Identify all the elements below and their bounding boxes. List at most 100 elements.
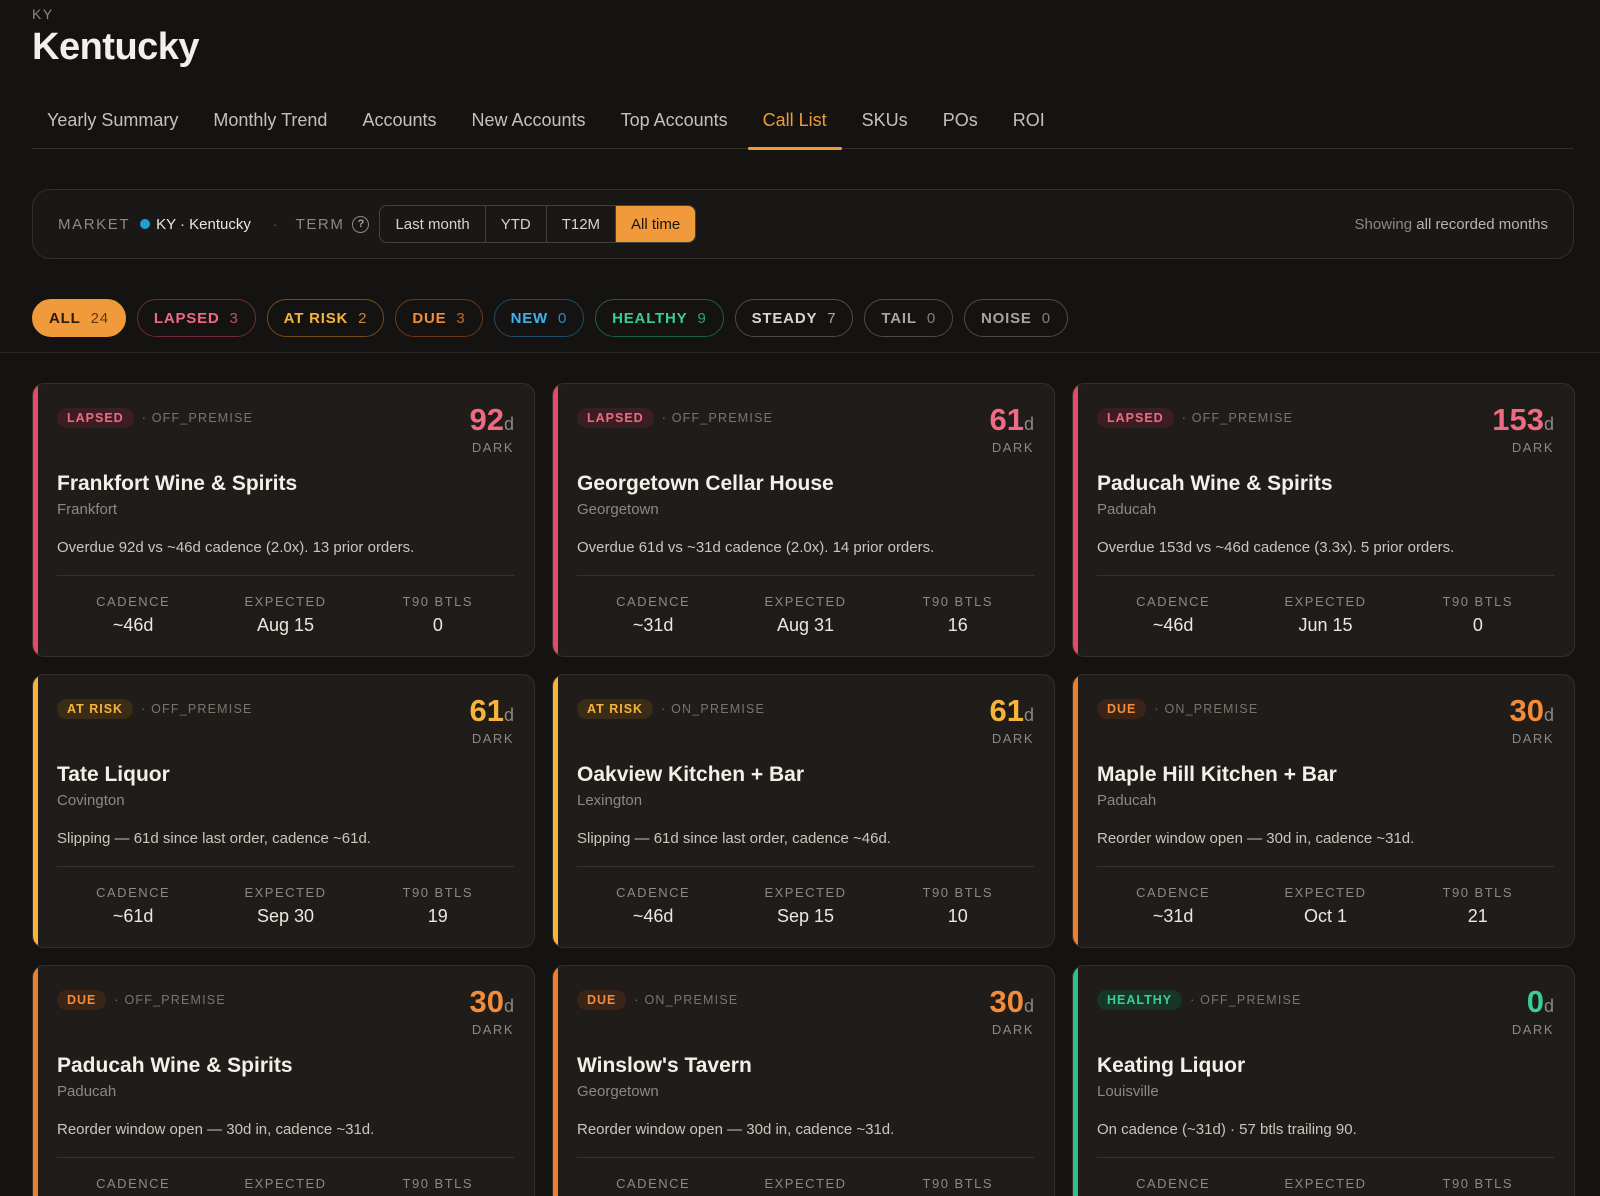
account-name[interactable]: Oakview Kitchen + Bar	[577, 763, 804, 787]
stat-t90: T90 BTLS 0	[362, 594, 514, 636]
term-option-all-time[interactable]: All time	[616, 206, 696, 242]
account-card[interactable]: HEALTHY · OFF_PREMISE 0d DARK Keating Liquor…	[1072, 965, 1575, 1196]
stat-expected: EXPECTED Oct 1	[1249, 885, 1401, 927]
stat-label: EXPECTED	[764, 885, 847, 900]
stat-label: T90 BTLS	[402, 1176, 474, 1191]
account-name[interactable]: Maple Hill Kitchen + Bar	[1097, 763, 1337, 787]
account-card[interactable]: LAPSED · OFF_PREMISE 61d DARK Georgetown Cel…	[552, 383, 1055, 657]
stat-expected: EXPECTED	[209, 1176, 361, 1196]
term-option-last-month[interactable]: Last month	[380, 206, 486, 242]
stat-value: ~31d	[632, 615, 674, 635]
tab-skus[interactable]: SKUs	[847, 104, 923, 149]
stat-label: CADENCE	[616, 1176, 691, 1191]
account-note: On cadence (~31d) · 57 btls trailing 90.	[1097, 1121, 1357, 1138]
filter-pill-lapsed[interactable]: LAPSED 3	[136, 299, 256, 337]
help-icon[interactable]: ?	[352, 215, 370, 233]
stat-cadence: CADENCE ~46d	[577, 885, 729, 927]
card-meta: AT RISK · ON_PREMISE	[577, 699, 765, 719]
tab-call-list[interactable]: Call List	[747, 104, 842, 150]
market-dot-icon	[140, 219, 151, 229]
account-name[interactable]: Georgetown Cellar House	[577, 472, 834, 496]
tab-yearly-summary[interactable]: Yearly Summary	[32, 104, 193, 149]
filter-pill-tail[interactable]: TAIL 0	[864, 299, 953, 337]
stat-expected: EXPECTED Jun 15	[1249, 594, 1401, 636]
pill-count: 9	[697, 309, 707, 327]
account-note: Overdue 92d vs ~46d cadence (2.0x). 13 p…	[57, 539, 415, 556]
filter-pill-all[interactable]: ALL 24	[32, 299, 126, 337]
account-name[interactable]: Frankfort Wine & Spirits	[57, 472, 297, 496]
stat-label: CADENCE	[96, 594, 171, 609]
stat-cadence: CADENCE ~31d	[1097, 885, 1249, 927]
stat-label: EXPECTED	[1284, 1176, 1367, 1191]
status-accent-bar	[1073, 384, 1078, 656]
tab-new-accounts[interactable]: New Accounts	[457, 104, 601, 149]
stat-t90: T90 BTLS 21	[1402, 885, 1554, 927]
status-badge: HEALTHY	[1097, 990, 1183, 1010]
account-note: Slipping — 61d since last order, cadence…	[577, 830, 891, 847]
pill-count: 7	[827, 309, 837, 327]
tab-bar: Yearly Summary Monthly Trend Accounts New A…	[32, 104, 1574, 150]
account-city: Covington	[57, 792, 125, 809]
status-accent-bar	[33, 966, 38, 1196]
stat-value: 19	[427, 906, 448, 926]
account-name[interactable]: Paducah Wine & Spirits	[1097, 472, 1333, 496]
filter-pill-noise[interactable]: NOISE 0	[964, 299, 1068, 337]
section-divider	[0, 352, 1600, 353]
card-meta: HEALTHY · OFF_PREMISE	[1097, 990, 1302, 1010]
stat-value: Jun 15	[1298, 615, 1353, 635]
status-badge: AT RISK	[577, 699, 654, 719]
filter-pill-atrisk[interactable]: AT RISK 2	[266, 299, 385, 337]
pill-count: 3	[229, 309, 239, 327]
filter-pill-due[interactable]: DUE 3	[395, 299, 483, 337]
account-card[interactable]: DUE · OFF_PREMISE 30d DARK Paducah Wine & Sp…	[32, 965, 535, 1196]
account-city: Lexington	[577, 792, 643, 809]
tab-accounts[interactable]: Accounts	[347, 104, 451, 149]
card-stats: CADENCE ~61d EXPECTED Sep 30 T90 BTLS 19	[57, 885, 514, 927]
account-name[interactable]: Tate Liquor	[57, 763, 170, 787]
account-name[interactable]: Winslow's Tavern	[577, 1054, 752, 1078]
account-card[interactable]: AT RISK · OFF_PREMISE 61d DARK Tate Liquor Co…	[32, 674, 535, 948]
account-card[interactable]: DUE · ON_PREMISE 30d DARK Winslow's Tavern Ge…	[552, 965, 1055, 1196]
tab-roi[interactable]: ROI	[998, 104, 1060, 149]
premise-type: · ON_PREMISE	[1154, 702, 1259, 716]
tab-pos[interactable]: POs	[928, 104, 993, 149]
account-card[interactable]: LAPSED · OFF_PREMISE 153d DARK Paducah Wine …	[1072, 383, 1575, 657]
premise-type: · ON_PREMISE	[661, 702, 766, 716]
stat-label: CADENCE	[1136, 1176, 1211, 1191]
filter-pill-steady[interactable]: STEADY 7	[734, 299, 854, 337]
days-unit: d	[503, 414, 514, 434]
premise-type: · ON_PREMISE	[634, 993, 739, 1007]
account-card[interactable]: AT RISK · ON_PREMISE 61d DARK Oakview Kitche…	[552, 674, 1055, 948]
card-divider	[1097, 575, 1554, 576]
account-card[interactable]: LAPSED · OFF_PREMISE 92d DARK Frankfort Wine…	[32, 383, 535, 657]
stat-label: CADENCE	[96, 1176, 171, 1191]
premise-value: OFF_PREMISE	[151, 702, 253, 716]
stat-label: T90 BTLS	[1442, 1176, 1514, 1191]
stat-t90: T90 BTLS 19	[362, 885, 514, 927]
card-stats: CADENCE ~31d EXPECTED Oct 1 T90 BTLS 21	[1097, 885, 1554, 927]
dark-label: DARK	[1511, 440, 1554, 455]
stat-label: EXPECTED	[764, 594, 847, 609]
market-selector[interactable]: KY · Kentucky	[156, 216, 251, 233]
account-name[interactable]: Keating Liquor	[1097, 1054, 1245, 1078]
pill-label: NEW	[510, 309, 548, 327]
term-option-t12m[interactable]: T12M	[547, 206, 617, 242]
account-note: Reorder window open — 30d in, cadence ~3…	[1097, 830, 1415, 847]
account-card[interactable]: DUE · ON_PREMISE 30d DARK Maple Hill Kitchen…	[1072, 674, 1575, 948]
filter-pill-healthy[interactable]: HEALTHY 9	[595, 299, 724, 337]
filter-pill-new[interactable]: NEW 0	[493, 299, 585, 337]
stat-cadence: CADENCE	[577, 1176, 729, 1196]
term-option-ytd[interactable]: YTD	[486, 206, 547, 242]
stat-label: T90 BTLS	[402, 594, 474, 609]
status-badge: DUE	[57, 990, 107, 1010]
stat-value: ~31d	[1152, 906, 1194, 926]
tab-monthly-trend[interactable]: Monthly Trend	[198, 104, 342, 149]
status-filter-pills: ALL 24 LAPSED 3 AT RISK 2 DUE 3 NEW 0 HEALTHY 9 STEA…	[32, 299, 1079, 337]
stat-expected: EXPECTED Aug 15	[209, 594, 361, 636]
account-note: Overdue 61d vs ~31d cadence (2.0x). 14 p…	[577, 539, 935, 556]
tab-top-accounts[interactable]: Top Accounts	[606, 104, 743, 149]
stat-value: 16	[947, 615, 968, 635]
account-city: Paducah	[1097, 501, 1157, 518]
page-title: Kentucky	[32, 26, 200, 68]
account-name[interactable]: Paducah Wine & Spirits	[57, 1054, 293, 1078]
